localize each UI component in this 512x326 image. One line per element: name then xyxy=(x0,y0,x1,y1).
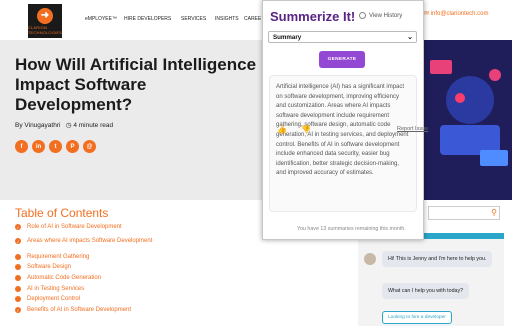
thumbs-down-icon[interactable]: 👎 xyxy=(301,125,311,134)
site-logo[interactable]: ➜ CLARION TECHNOLOGIES xyxy=(28,4,62,38)
check-icon: ✓ xyxy=(15,238,21,244)
toc-link[interactable]: Requirement Gathering xyxy=(27,254,89,260)
nav-hire-developers[interactable]: HIRE DEVELOPERS xyxy=(124,16,171,22)
logo-arrow-icon: ➜ xyxy=(37,7,53,24)
toc-link[interactable]: Software Design xyxy=(27,264,71,270)
toc-link[interactable]: Deployment Control xyxy=(27,296,80,302)
toc-link[interactable]: Benefits of AI in Software Development xyxy=(27,307,131,313)
toc-item[interactable]: Software Design xyxy=(15,264,71,270)
toc-title: Table of Contents xyxy=(15,206,109,220)
bullet-icon xyxy=(15,275,21,281)
article-title: How Will Artificial Intelligence Impact … xyxy=(15,55,257,114)
bullet-icon xyxy=(15,254,21,260)
nav-careers[interactable]: CAREE xyxy=(244,16,261,22)
mail-icon: ✉ xyxy=(424,11,431,17)
chevron-down-icon: ⌄ xyxy=(407,34,413,41)
email-share-icon[interactable]: @ xyxy=(83,140,96,153)
view-history-label: View History xyxy=(369,12,403,19)
check-icon: ✓ xyxy=(15,307,21,313)
facebook-icon[interactable]: f xyxy=(15,140,28,153)
header-email[interactable]: ✉ info@clariontech.com xyxy=(424,10,489,17)
toc-link[interactable]: Automatic Code Generation xyxy=(27,275,101,281)
social-share: f in t P @ xyxy=(15,140,96,153)
bullet-icon xyxy=(15,296,21,302)
twitter-icon[interactable]: t xyxy=(49,140,62,153)
toc-item[interactable]: Automatic Code Generation xyxy=(15,275,101,281)
hero-illustration xyxy=(420,40,512,200)
eye-icon xyxy=(359,12,366,19)
clock-icon: ◷ xyxy=(65,122,72,129)
chat-avatar xyxy=(364,253,376,265)
chat-hire-developer-button[interactable]: Looking to hire a developer xyxy=(382,311,452,324)
byline-prefix: By xyxy=(15,122,23,129)
toc-link[interactable]: AI in Testing Services xyxy=(27,286,84,292)
thumbs-up-icon[interactable]: 👍 xyxy=(277,125,287,134)
generate-button[interactable]: GENERATE xyxy=(319,51,365,68)
toc-item[interactable]: ✓ Role of AI in Software Development xyxy=(15,224,122,230)
read-time: 4 minute read xyxy=(73,122,114,129)
toc-item[interactable]: Requirement Gathering xyxy=(15,254,89,260)
toc-link[interactable]: Areas where AI impacts Software Developm… xyxy=(27,238,152,244)
nav-services[interactable]: SERVICES xyxy=(181,16,206,22)
toc-item[interactable]: ✓ Benefits of AI in Software Development xyxy=(15,307,131,313)
summary-text: Artificial intelligence (AI) has a signi… xyxy=(276,84,409,177)
summary-type-value: Summary xyxy=(273,34,302,41)
summarize-popup: Summerize It! View History Summary ⌄ GEN… xyxy=(262,0,428,240)
robot-illustration xyxy=(420,40,512,200)
summary-card: Artificial intelligence (AI) has a signi… xyxy=(269,75,417,212)
site-header: ➜ CLARION TECHNOLOGIES eMPLOYEE™ HIRE DE… xyxy=(0,0,512,40)
linkedin-icon[interactable]: in xyxy=(32,140,45,153)
bullet-icon xyxy=(15,264,21,270)
article-byline: By Vinugayathri ◷ 4 minute read xyxy=(15,121,113,129)
chat-widget: Hi! This is Jenny and I'm here to help y… xyxy=(358,233,504,326)
chat-message-greeting: Hi! This is Jenny and I'm here to help y… xyxy=(382,251,493,267)
author-name[interactable]: Vinugayathri xyxy=(24,122,60,129)
search-icon[interactable]: ⚲ xyxy=(491,208,497,217)
nav-insights[interactable]: INSIGHTS xyxy=(215,16,239,22)
toc-link[interactable]: Role of AI in Software Development xyxy=(27,224,122,230)
chat-message-question: What can I help you with today? xyxy=(382,283,470,299)
toc-item[interactable]: AI in Testing Services xyxy=(15,286,84,292)
view-history-link[interactable]: View History xyxy=(359,12,402,19)
site-search-input[interactable]: ⚲ xyxy=(428,206,500,220)
summary-type-select[interactable]: Summary ⌄ xyxy=(268,31,417,43)
toc-item[interactable]: ✓ Areas where AI impacts Software Develop… xyxy=(15,238,152,244)
popup-title: Summerize It! xyxy=(270,9,356,24)
bullet-icon xyxy=(15,286,21,292)
email-link[interactable]: info@clariontech.com xyxy=(431,11,489,17)
remaining-summaries: You have 13 summaries remaining this mon… xyxy=(297,226,406,232)
report-issue-link[interactable]: Report Issue xyxy=(397,126,428,132)
toc-item[interactable]: Deployment Control xyxy=(15,296,80,302)
check-icon: ✓ xyxy=(15,224,21,230)
pinterest-icon[interactable]: P xyxy=(66,140,79,153)
nav-employee[interactable]: eMPLOYEE™ xyxy=(85,16,117,22)
logo-text: CLARION TECHNOLOGIES xyxy=(27,24,63,35)
